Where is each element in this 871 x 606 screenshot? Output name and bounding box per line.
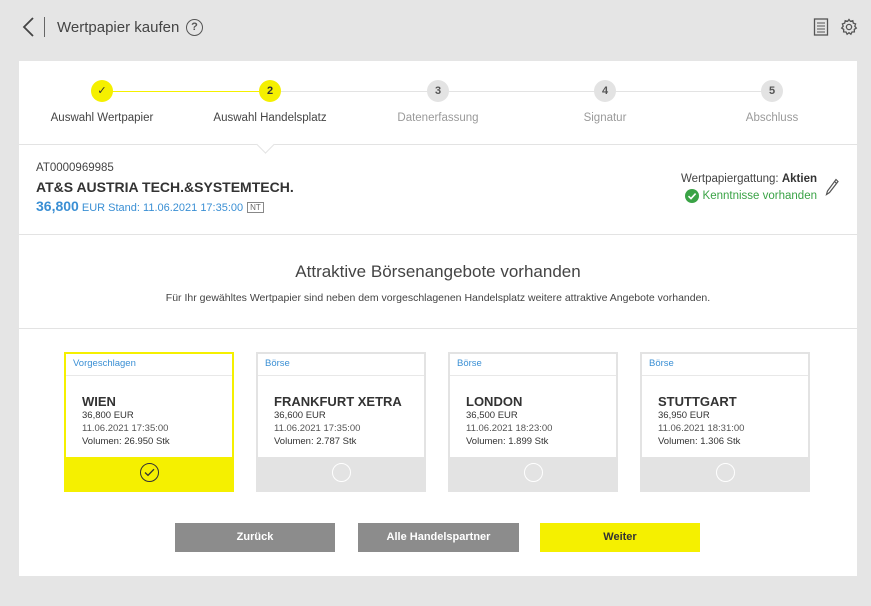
next-button[interactable]: Weiter — [540, 523, 700, 552]
offer-card-wien[interactable]: Vorgeschlagen WIEN 36,800 EUR 11.06.2021… — [64, 352, 234, 492]
offer-card-tag: Börse — [450, 354, 616, 376]
all-partners-button[interactable]: Alle Handelspartner — [358, 523, 519, 552]
security-price-line: 36,800 EUR Stand: 11.06.2021 17:35:00 NT — [36, 198, 264, 214]
help-icon[interactable]: ? — [186, 19, 203, 36]
step-number: 2 — [259, 80, 281, 102]
step-label: Auswahl Wertpapier — [50, 112, 154, 124]
offer-card-price: 36,950 EUR — [658, 410, 710, 421]
offer-card-name: LONDON — [466, 394, 523, 409]
offer-card-tag: Börse — [258, 354, 424, 376]
nt-badge: NT — [247, 202, 264, 213]
step-auswahl-handelsplatz: 2 Auswahl Handelsplatz — [185, 80, 355, 124]
offer-card-name: WIEN — [82, 394, 116, 409]
security-name: AT&S AUSTRIA TECH.&SYSTEMTECH. — [36, 179, 294, 195]
offer-card-footer — [258, 457, 424, 490]
check-circle-icon — [684, 189, 699, 203]
offer-card-date: 11.06.2021 17:35:00 — [82, 423, 169, 434]
offers-heading: Attraktive Börsenangebote vorhanden — [295, 262, 581, 281]
step-datenerfassung: 3 Datenerfassung — [353, 80, 523, 124]
step-label: Auswahl Handelsplatz — [213, 112, 327, 124]
offer-card-name: STUTTGART — [658, 394, 737, 409]
security-info: AT0000969985 AT&S AUSTRIA TECH.&SYSTEMTE… — [19, 146, 857, 235]
main-panel: ✓ Auswahl Wertpapier 2 Auswahl Handelspl… — [19, 61, 857, 576]
step-label: Abschluss — [745, 112, 799, 124]
document-icon[interactable] — [813, 18, 829, 36]
offer-card-volume: Volumen: 1.899 Stk — [466, 436, 549, 447]
radio-unchecked-icon[interactable] — [716, 463, 735, 482]
offers-subheading: Für Ihr gewähltes Wertpapier sind neben … — [165, 292, 711, 304]
security-price: 36,800 — [36, 198, 79, 214]
back-button[interactable]: Zurück — [175, 523, 335, 552]
step-label: Datenerfassung — [397, 112, 479, 124]
radio-unchecked-icon[interactable] — [524, 463, 543, 482]
offer-card-volume: Volumen: 26.950 Stk — [82, 436, 170, 447]
knowledge-status: Kenntnisse vorhanden — [684, 189, 817, 203]
offer-card-tag: Vorgeschlagen — [66, 354, 232, 376]
step-check-icon: ✓ — [91, 80, 113, 102]
security-type: Wertpapiergattung: Aktien — [681, 173, 817, 185]
offer-card-stuttgart[interactable]: Börse STUTTGART 36,950 EUR 11.06.2021 18… — [640, 352, 810, 492]
step-label: Signatur — [583, 112, 627, 124]
gear-icon[interactable] — [840, 18, 858, 36]
security-isin: AT0000969985 — [36, 162, 114, 174]
top-bar: Wertpapier kaufen ? — [0, 0, 871, 56]
offer-card-footer — [450, 457, 616, 490]
radio-checked-icon[interactable] — [140, 463, 159, 482]
radio-unchecked-icon[interactable] — [332, 463, 351, 482]
offer-card-price: 36,500 EUR — [466, 410, 518, 421]
offer-card-volume: Volumen: 1.306 Stk — [658, 436, 741, 447]
offer-card-volume: Volumen: 2.787 Stk — [274, 436, 357, 447]
title-separator — [44, 17, 45, 37]
step-number: 4 — [594, 80, 616, 102]
step-number: 5 — [761, 80, 783, 102]
stepper: ✓ Auswahl Wertpapier 2 Auswahl Handelspl… — [17, 61, 857, 154]
step-signatur: 4 Signatur — [520, 80, 690, 124]
security-price-date: EUR Stand: 11.06.2021 17:35:00 — [78, 202, 244, 214]
offer-card-frankfurt-xetra[interactable]: Börse FRANKFURT XETRA 36,600 EUR 11.06.2… — [256, 352, 426, 492]
offer-card-footer — [642, 457, 808, 490]
step-number: 3 — [427, 80, 449, 102]
offer-card-date: 11.06.2021 18:31:00 — [658, 423, 745, 434]
security-type-value: Aktien — [781, 173, 817, 185]
offer-card-london[interactable]: Börse LONDON 36,500 EUR 11.06.2021 18:23… — [448, 352, 618, 492]
step-auswahl-wertpapier[interactable]: ✓ Auswahl Wertpapier — [17, 80, 187, 124]
offer-card-tag: Börse — [642, 354, 808, 376]
knowledge-status-text: Kenntnisse vorhanden — [702, 190, 817, 202]
offer-card-name: FRANKFURT XETRA — [274, 394, 402, 409]
pencil-icon[interactable] — [825, 178, 839, 196]
offer-card-date: 11.06.2021 17:35:00 — [274, 423, 361, 434]
step-abschluss: 5 Abschluss — [687, 80, 857, 124]
offer-card-footer — [66, 457, 232, 490]
offer-card-price: 36,600 EUR — [274, 410, 326, 421]
offer-card-date: 11.06.2021 18:23:00 — [466, 423, 553, 434]
offers-heading-area: Attraktive Börsenangebote vorhanden Für … — [19, 236, 857, 329]
security-type-label: Wertpapiergattung: — [681, 173, 779, 185]
offer-card-price: 36,800 EUR — [82, 410, 134, 421]
page-title: Wertpapier kaufen — [57, 19, 180, 36]
back-icon[interactable] — [20, 16, 40, 38]
